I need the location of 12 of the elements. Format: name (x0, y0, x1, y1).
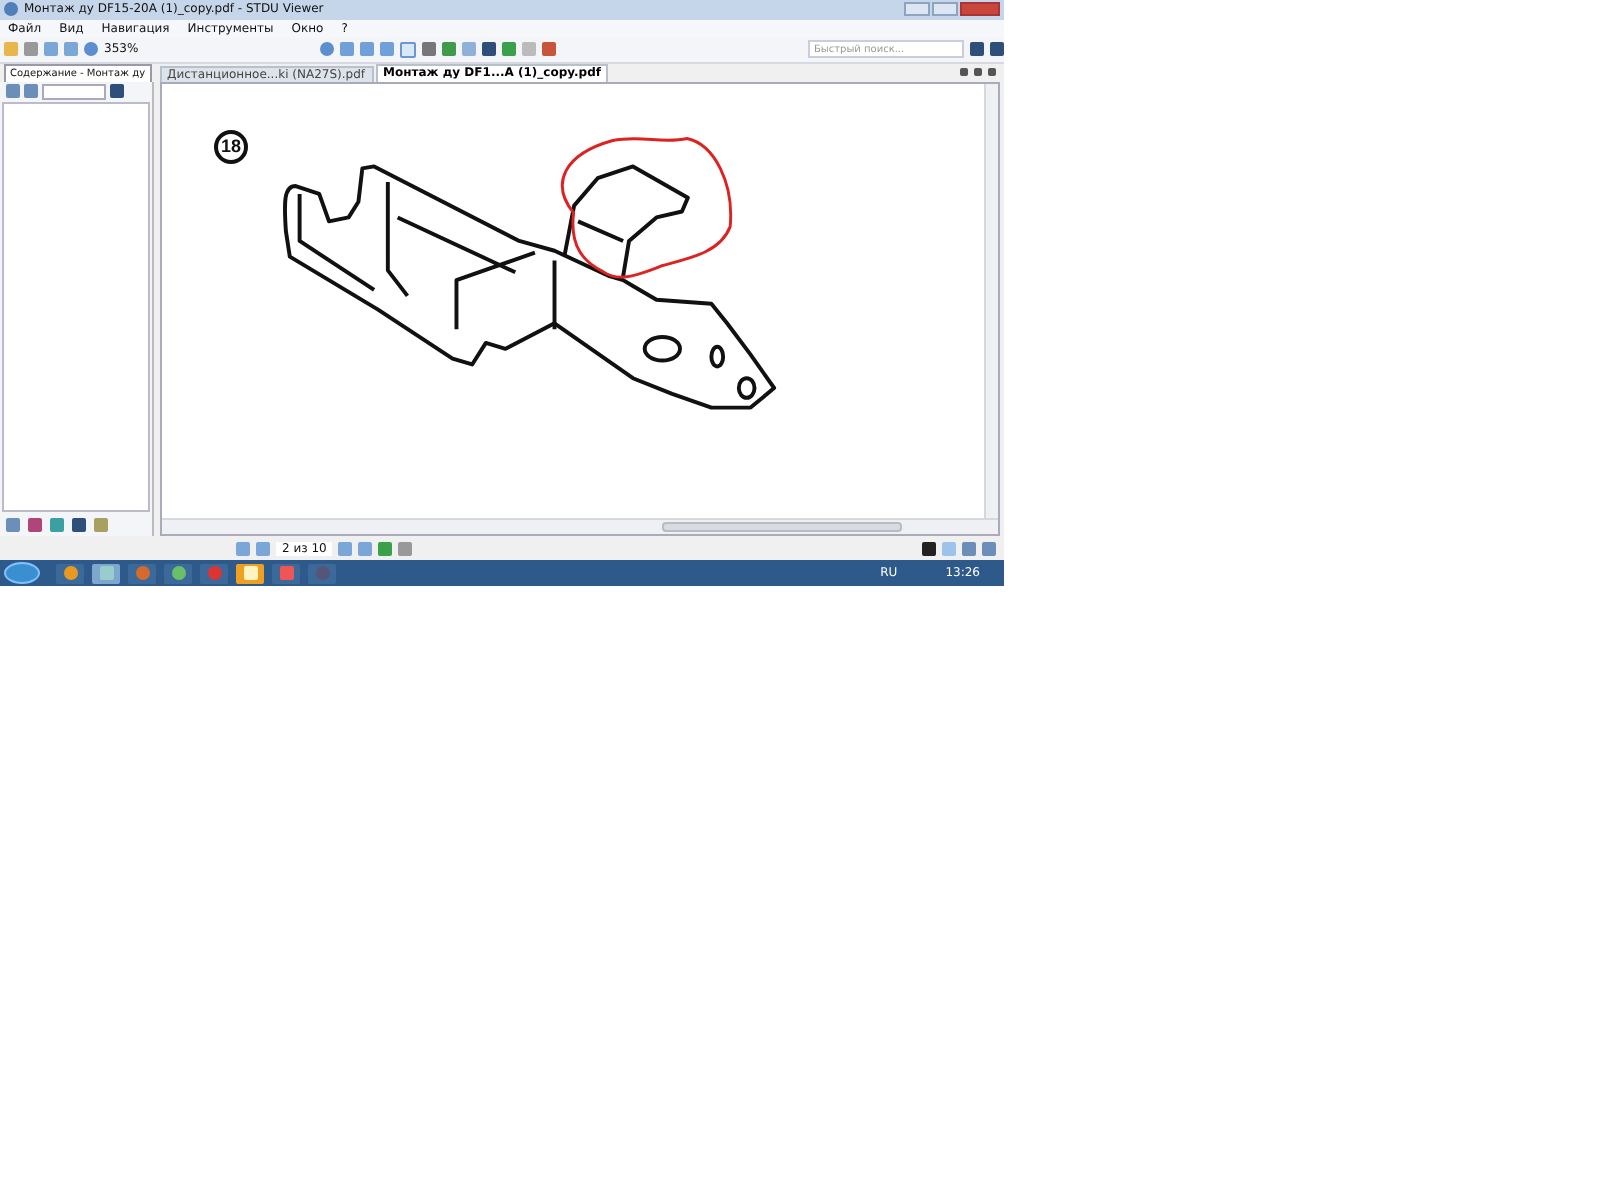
close-button[interactable] (960, 2, 1000, 17)
start-button[interactable] (4, 562, 40, 584)
horizontal-scrollbar[interactable] (162, 518, 998, 535)
taskbar-button[interactable] (56, 563, 84, 583)
minimize-button[interactable] (904, 2, 930, 17)
figure-number: 18 (214, 129, 248, 164)
maximize-button[interactable] (932, 2, 958, 17)
taskbar-button[interactable] (164, 563, 192, 583)
vertical-scrollbar[interactable] (984, 83, 998, 519)
filter-field[interactable] (42, 83, 106, 100)
taskbar-button[interactable] (236, 563, 264, 583)
taskbar-button[interactable] (92, 563, 120, 583)
